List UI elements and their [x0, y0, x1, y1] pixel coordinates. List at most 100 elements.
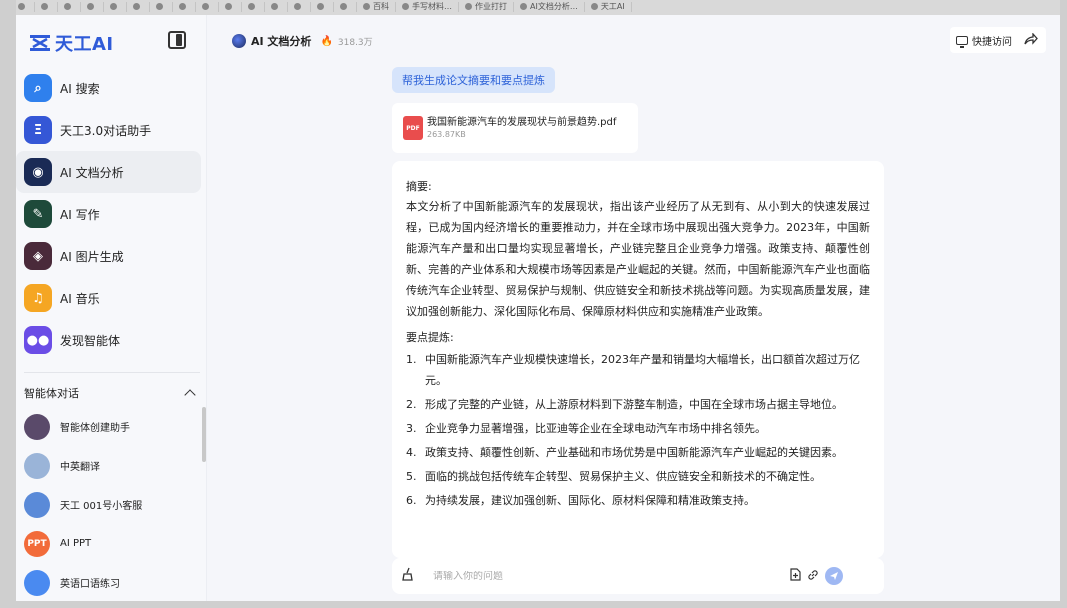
quick-access-label: 快捷访问	[972, 36, 1012, 48]
agent-avatar	[24, 452, 50, 479]
agent-name: 中英翻译	[60, 462, 100, 473]
key-point-number: 6.	[406, 494, 417, 507]
app-logo[interactable]: 天工AI	[29, 30, 114, 56]
sidebar-item-0[interactable]: ⌕ AI 搜索	[16, 67, 201, 109]
file-size: 263.87KB	[427, 130, 466, 139]
sidebar-divider	[24, 372, 200, 373]
tab-favicon-icon	[520, 3, 527, 10]
browser-tab[interactable]	[334, 2, 357, 12]
app-avatar-icon	[232, 34, 246, 48]
chat-logo-icon: Ξ	[24, 116, 52, 144]
pdf-file-icon: PDF	[403, 116, 423, 140]
sidebar-item-label: AI 搜索	[60, 81, 100, 96]
key-point-item: 6. 为持续发展，建议加强创新、国际化、原材料保障和精准政策支持。	[406, 490, 870, 511]
browser-tab-label: 天工AI	[600, 2, 625, 11]
browser-tab[interactable]: 天工AI	[585, 2, 632, 12]
browser-tab[interactable]	[104, 2, 127, 12]
key-point-number: 2.	[406, 398, 417, 411]
tab-favicon-icon	[590, 3, 598, 10]
link-icon[interactable]	[807, 569, 819, 584]
agent-list: 智能体创建助手 中英翻译天工 001号小客服 PPT AI PPT 英语口语练习	[16, 407, 207, 601]
key-point-item: 3. 企业竞争力显著增强，比亚迪等企业在全球电动汽车市场中排名领先。	[406, 418, 870, 439]
chevron-up-icon[interactable]	[184, 389, 196, 401]
tab-favicon-icon	[402, 3, 409, 10]
chat-header: AI 文档分析 🔥 318.3万	[232, 33, 373, 49]
key-point-text: 政策支持、颠覆性创新、产业基础和市场优势是中国新能源汽车产业崛起的关键因素。	[425, 446, 843, 459]
file-name: 我国新能源汽车的发展现状与前景趋势.pdf	[427, 117, 617, 128]
tab-favicon-icon	[225, 3, 232, 10]
question-input[interactable]	[433, 570, 783, 582]
browser-tab[interactable]	[265, 2, 288, 12]
tab-favicon-icon	[179, 3, 186, 10]
app-window: 天工AI ⌕ AI 搜索 Ξ 天工3.0对话助手 ◉ AI 文档分析 ✎ AI 写作 ◈ AI 图…	[16, 15, 1060, 601]
attached-file-card[interactable]: PDF 我国新能源汽车的发展现状与前景趋势.pdf 263.87KB	[392, 103, 638, 153]
agent-name: 智能体创建助手	[60, 423, 130, 434]
agent-avatar: PPT	[24, 530, 50, 557]
screen-frame-left	[0, 0, 16, 608]
browser-tab[interactable]	[35, 2, 58, 12]
tab-favicon-icon	[64, 3, 71, 10]
heat-count: 318.3万	[337, 37, 373, 48]
tab-favicon-icon	[317, 3, 324, 10]
chat-input-bar	[392, 558, 884, 594]
browser-tab[interactable]	[242, 2, 265, 12]
key-point-item: 4. 政策支持、颠覆性创新、产业基础和市场优势是中国新能源汽车产业崛起的关键因素。	[406, 442, 870, 463]
agent-avatar	[24, 569, 50, 596]
agent-item[interactable]: 智能体创建助手	[16, 407, 207, 446]
browser-tab[interactable]	[173, 2, 196, 12]
browser-tab[interactable]	[311, 2, 334, 12]
key-point-text: 形成了完整的产业链，从上游原材料到下游整车制造，中国在全球市场占据主导地位。	[425, 398, 843, 411]
agent-item[interactable]: PPT AI PPT	[16, 524, 207, 563]
key-point-text: 企业竞争力显著增强，比亚迪等企业在全球电动汽车市场中排名领先。	[425, 422, 766, 435]
browser-tab[interactable]: 百科	[357, 2, 396, 12]
broom-clear-icon[interactable]	[401, 567, 419, 585]
logo-mark-icon	[29, 34, 51, 52]
browser-tab[interactable]	[127, 2, 150, 12]
upload-file-icon[interactable]	[789, 568, 801, 584]
sidebar-item-4[interactable]: ◈ AI 图片生成	[16, 235, 201, 277]
browser-tab[interactable]	[288, 2, 311, 12]
tab-favicon-icon	[87, 3, 94, 10]
sidebar: 天工AI ⌕ AI 搜索 Ξ 天工3.0对话助手 ◉ AI 文档分析 ✎ AI 写作 ◈ AI 图…	[16, 15, 207, 601]
tab-favicon-icon	[340, 3, 347, 10]
writing-icon: ✎	[24, 200, 52, 228]
sidebar-item-label: AI 写作	[60, 207, 100, 222]
browser-tab[interactable]	[196, 2, 219, 12]
points-heading: 要点提炼:	[406, 331, 454, 344]
agent-item[interactable]: 英语口语练习	[16, 563, 207, 601]
agent-item[interactable]: 天工 001号小客服	[16, 485, 207, 524]
key-point-number: 3.	[406, 422, 417, 435]
tab-favicon-icon	[110, 3, 117, 10]
browser-tab[interactable]: AI文档分析…	[514, 2, 585, 12]
browser-tab[interactable]	[58, 2, 81, 12]
tab-favicon-icon	[202, 3, 209, 10]
agent-item[interactable]: 中英翻译	[16, 446, 207, 485]
screen-frame-bottom	[0, 601, 1067, 608]
sidebar-item-5[interactable]: ♫ AI 音乐	[16, 277, 201, 319]
key-point-text: 为持续发展，建议加强创新、国际化、原材料保障和精准政策支持。	[425, 494, 755, 507]
tab-favicon-icon	[465, 3, 472, 10]
browser-tab[interactable]	[219, 2, 242, 12]
key-points-list: 1. 中国新能源汽车产业规模快速增长，2023年产量和销量均大幅增长，出口额首次超…	[406, 349, 870, 511]
browser-tab-label: 手写材料…	[412, 2, 452, 11]
browser-tab[interactable]: 作业打打	[459, 2, 514, 12]
collapse-sidebar-icon[interactable]	[168, 31, 186, 49]
agent-section-header[interactable]: 智能体对话	[24, 385, 196, 401]
share-icon[interactable]	[1024, 31, 1038, 48]
sidebar-item-3[interactable]: ✎ AI 写作	[16, 193, 201, 235]
sidebar-item-6[interactable]: ●● 发现智能体	[16, 319, 201, 361]
browser-tab[interactable]: 手写材料…	[396, 2, 459, 12]
image-gen-icon: ◈	[24, 242, 52, 270]
assistant-answer: 摘要: 本文分析了中国新能源汽车的发展现状，指出该产业经历了从无到有、从小到大的…	[392, 161, 884, 558]
sidebar-scrollbar[interactable]	[202, 407, 206, 462]
browser-tab[interactable]	[150, 2, 173, 12]
sidebar-item-2[interactable]: ◉ AI 文档分析	[16, 151, 201, 193]
quick-access-button[interactable]: 快捷访问	[950, 27, 1046, 53]
summary-heading: 摘要:	[406, 180, 432, 193]
browser-tab[interactable]	[81, 2, 104, 12]
key-point-number: 1.	[406, 353, 417, 366]
sidebar-item-1[interactable]: Ξ 天工3.0对话助手	[16, 109, 201, 151]
sidebar-nav: ⌕ AI 搜索 Ξ 天工3.0对话助手 ◉ AI 文档分析 ✎ AI 写作 ◈ AI 图片生成 ♫ A…	[16, 67, 207, 361]
send-button[interactable]	[825, 567, 843, 585]
tab-favicon-icon	[271, 3, 278, 10]
